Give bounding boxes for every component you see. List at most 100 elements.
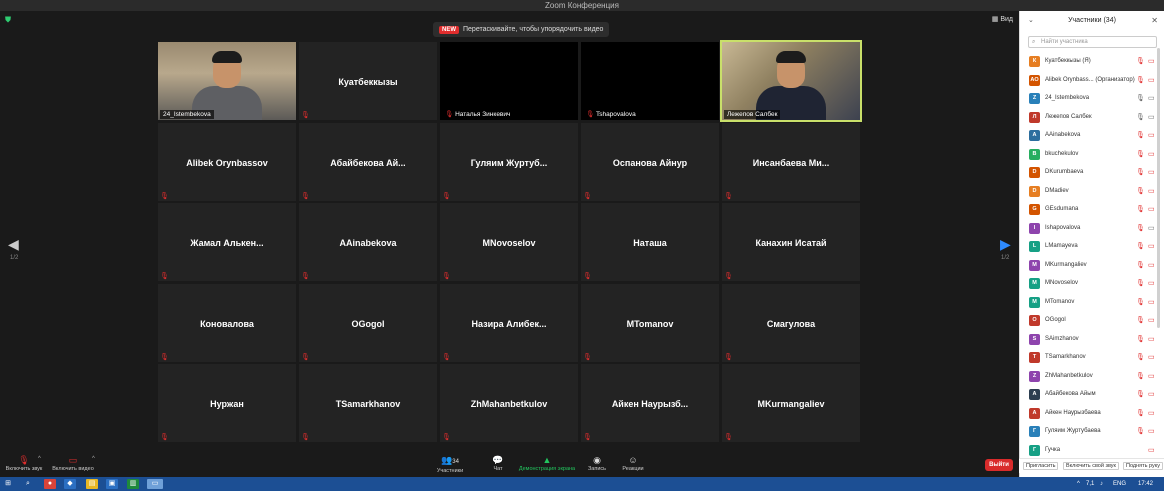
participant-row[interactable]: A Айкен Наурызбаева 🎙 ▭ <box>1020 405 1164 423</box>
next-page-icon[interactable]: ▶ <box>1000 236 1011 253</box>
participant-row[interactable]: Г Гуляим Журтубаева 🎙 ▭ <box>1020 423 1164 441</box>
video-options-chevron-icon[interactable]: ^ <box>92 456 95 462</box>
view-button[interactable]: ▦ Вид <box>992 15 1013 23</box>
participant-row[interactable]: M MNovoselov 🎙 ▭ <box>1020 275 1164 293</box>
participant-row[interactable]: M MTomanov 🎙 ▭ <box>1020 294 1164 312</box>
video-tile[interactable]: 🎙 Tshapovalova <box>581 42 719 120</box>
unmute-label: Включить звук <box>5 466 43 472</box>
participant-row[interactable]: Г Гучка ▭ <box>1020 442 1164 460</box>
prev-page-icon[interactable]: ◀ <box>8 236 19 253</box>
mic-muted-icon: 🎙 <box>583 273 592 280</box>
close-panel-icon[interactable]: ✕ <box>1151 11 1158 31</box>
video-off-icon: ▭ <box>1148 206 1155 213</box>
avatar: D <box>1029 185 1040 197</box>
video-tile[interactable]: Наташа 🎙 <box>581 203 719 281</box>
video-tile[interactable]: Alibek Orynbassov 🎙 <box>158 122 296 201</box>
participant-name: 24_Istembekova <box>1045 95 1090 101</box>
tile-name-label: Наталья Зинкевич <box>455 111 511 118</box>
reactions-button[interactable]: ☺ Реакции <box>603 455 663 472</box>
participant-row[interactable]: A AAinabekova 🎙 ▭ <box>1020 127 1164 145</box>
video-tile[interactable]: Абайбекова Ай... 🎙 <box>299 122 437 201</box>
app-icon-1[interactable]: ◆ <box>64 479 76 489</box>
video-tile[interactable]: Назира Алибек... 🎙 <box>440 283 578 362</box>
participant-row[interactable]: D DMadiev 🎙 ▭ <box>1020 183 1164 201</box>
tile-label: Лежепов Салбек <box>724 110 781 119</box>
app-icon-3[interactable]: ▥ <box>127 479 139 489</box>
mic-muted-icon: 🎙 <box>160 273 169 280</box>
participant-row[interactable]: AO Alibek Orynbass... (Организатор) 🎙 ▭ <box>1020 72 1164 90</box>
participant-name: LMamayeva <box>1045 243 1078 249</box>
mic-muted-icon: 🎙 <box>1136 409 1145 417</box>
window-titlebar: Zoom Конференция <box>0 0 1164 11</box>
participant-row[interactable]: D DKurumbaeva 🎙 ▭ <box>1020 164 1164 182</box>
video-tile[interactable]: TSamarkhanov 🎙 <box>299 364 437 442</box>
participant-row[interactable]: Z 24_Istembekova 🎙 ▭ <box>1020 90 1164 108</box>
mic-muted-icon: 🎙 <box>1136 317 1145 324</box>
search-taskbar-icon[interactable]: ⌕ <box>22 479 34 489</box>
video-tile[interactable]: AAinabekova 🎙 <box>299 203 437 281</box>
mic-muted-icon: 🎙 <box>1136 58 1145 65</box>
video-tile[interactable]: Лежепов Салбек <box>720 40 862 122</box>
video-tile[interactable]: MKurmangaliev 🎙 <box>722 364 860 442</box>
video-tile[interactable]: 🎙 Наталья Зинкевич <box>440 42 578 120</box>
participant-row[interactable]: M MKurmangaliev 🎙 ▭ <box>1020 257 1164 275</box>
participant-row[interactable]: O OGogol 🎙 ▭ <box>1020 312 1164 330</box>
participant-search-input[interactable]: ⌕ Найти участника <box>1028 36 1157 48</box>
participant-row[interactable]: S SAimzhanov 🎙 ▭ <box>1020 331 1164 349</box>
participant-row[interactable]: I Ishapovalova 🎙 ▭ <box>1020 220 1164 238</box>
leave-button[interactable]: Выйти <box>985 459 1013 471</box>
mic-muted-icon: 🎙 <box>1136 224 1145 232</box>
participant-row[interactable]: Л Лежепов Салбек 🎙 ▭ <box>1020 109 1164 127</box>
tray-chevron-icon[interactable]: ^ <box>1077 479 1080 489</box>
video-tile[interactable]: Гуляим Журтуб... 🎙 <box>440 122 578 201</box>
participant-row[interactable]: К Куатбеккызы (Я) 🎙 ▭ <box>1020 53 1164 71</box>
video-tile[interactable]: 24_Istembekova <box>158 42 296 120</box>
video-tile[interactable]: Инсанбаева Ми... 🎙 <box>722 122 860 201</box>
participant-video-feed <box>722 42 860 120</box>
invite-button[interactable]: Пригласить <box>1023 462 1059 470</box>
video-tile[interactable]: Канахин Исатай 🎙 <box>722 203 860 281</box>
participants-count: 34 <box>452 459 459 465</box>
mic-muted-icon: 🎙 <box>724 273 733 280</box>
mic-muted-icon: 🎙 <box>442 434 451 441</box>
collapse-chevron-icon[interactable]: ⌄ <box>1028 11 1034 31</box>
raise-hand-button[interactable]: Поднять руку <box>1123 462 1163 470</box>
video-off-icon: ▭ <box>1148 58 1155 65</box>
participant-row[interactable]: Z ZhMahanbetkulov 🎙 ▭ <box>1020 368 1164 386</box>
participant-list-scrollbar[interactable] <box>1157 48 1160 328</box>
browser-icon[interactable]: ● <box>44 479 56 489</box>
volume-icon[interactable]: ♪ <box>1100 479 1103 489</box>
unmute-me-button[interactable]: Включить свой звук <box>1063 462 1119 470</box>
shield-icon[interactable]: ⛊ <box>5 15 11 25</box>
app-icon-2[interactable]: ▣ <box>106 479 118 489</box>
mic-muted-icon: 🎙 <box>1136 169 1145 176</box>
video-tile[interactable]: ZhMahanbetkulov 🎙 <box>440 364 578 442</box>
mic-muted-icon: 🎙 <box>301 353 310 361</box>
folder-icon[interactable]: ▤ <box>86 479 98 489</box>
video-tile[interactable]: Нуржан 🎙 <box>158 364 296 442</box>
video-tile[interactable]: Жамал Алькен... 🎙 <box>158 203 296 281</box>
video-tile[interactable]: Куатбеккызы 🎙 <box>299 42 437 120</box>
participant-row[interactable]: L LMamayeva 🎙 ▭ <box>1020 238 1164 256</box>
participant-row[interactable]: A Абайбекова Айым 🎙 ▭ <box>1020 386 1164 404</box>
video-tile[interactable]: OGogol 🎙 <box>299 283 437 362</box>
zoom-taskbar-icon[interactable]: ▭ <box>147 479 163 489</box>
tile-participant-name: Абайбекова Ай... <box>330 157 406 168</box>
video-tile[interactable]: MTomanov 🎙 <box>581 283 719 362</box>
mic-muted-icon: 🎙 <box>1136 243 1145 250</box>
meeting-toolbar: 🎙 Включить звук ^ ▭ Включить видео ^ 👥34… <box>0 450 1019 477</box>
video-tile[interactable]: MNovoselov 🎙 <box>440 203 578 281</box>
participant-row[interactable]: G GEsdumana 🎙 ▭ <box>1020 201 1164 219</box>
video-off-icon: ▭ <box>1148 409 1155 417</box>
start-icon[interactable]: ⊞ <box>2 479 14 489</box>
participant-row[interactable]: T TSamarkhanov 🎙 ▭ <box>1020 349 1164 367</box>
language-indicator[interactable]: ENG <box>1113 479 1126 489</box>
video-tile[interactable]: Коновалова 🎙 <box>158 283 296 362</box>
participant-row[interactable]: Вbkuchekulov 🎙 ▭ <box>1020 146 1164 164</box>
video-tile[interactable]: Смагулова 🎙 <box>722 283 860 362</box>
avatar: S <box>1029 333 1040 345</box>
mic-options-chevron-icon[interactable]: ^ <box>38 456 41 462</box>
video-tile[interactable]: Айкен Наурызб... 🎙 <box>581 364 719 442</box>
video-icon: ▭ <box>1148 224 1155 232</box>
video-tile[interactable]: Оспанова Айнур 🎙 <box>581 122 719 201</box>
